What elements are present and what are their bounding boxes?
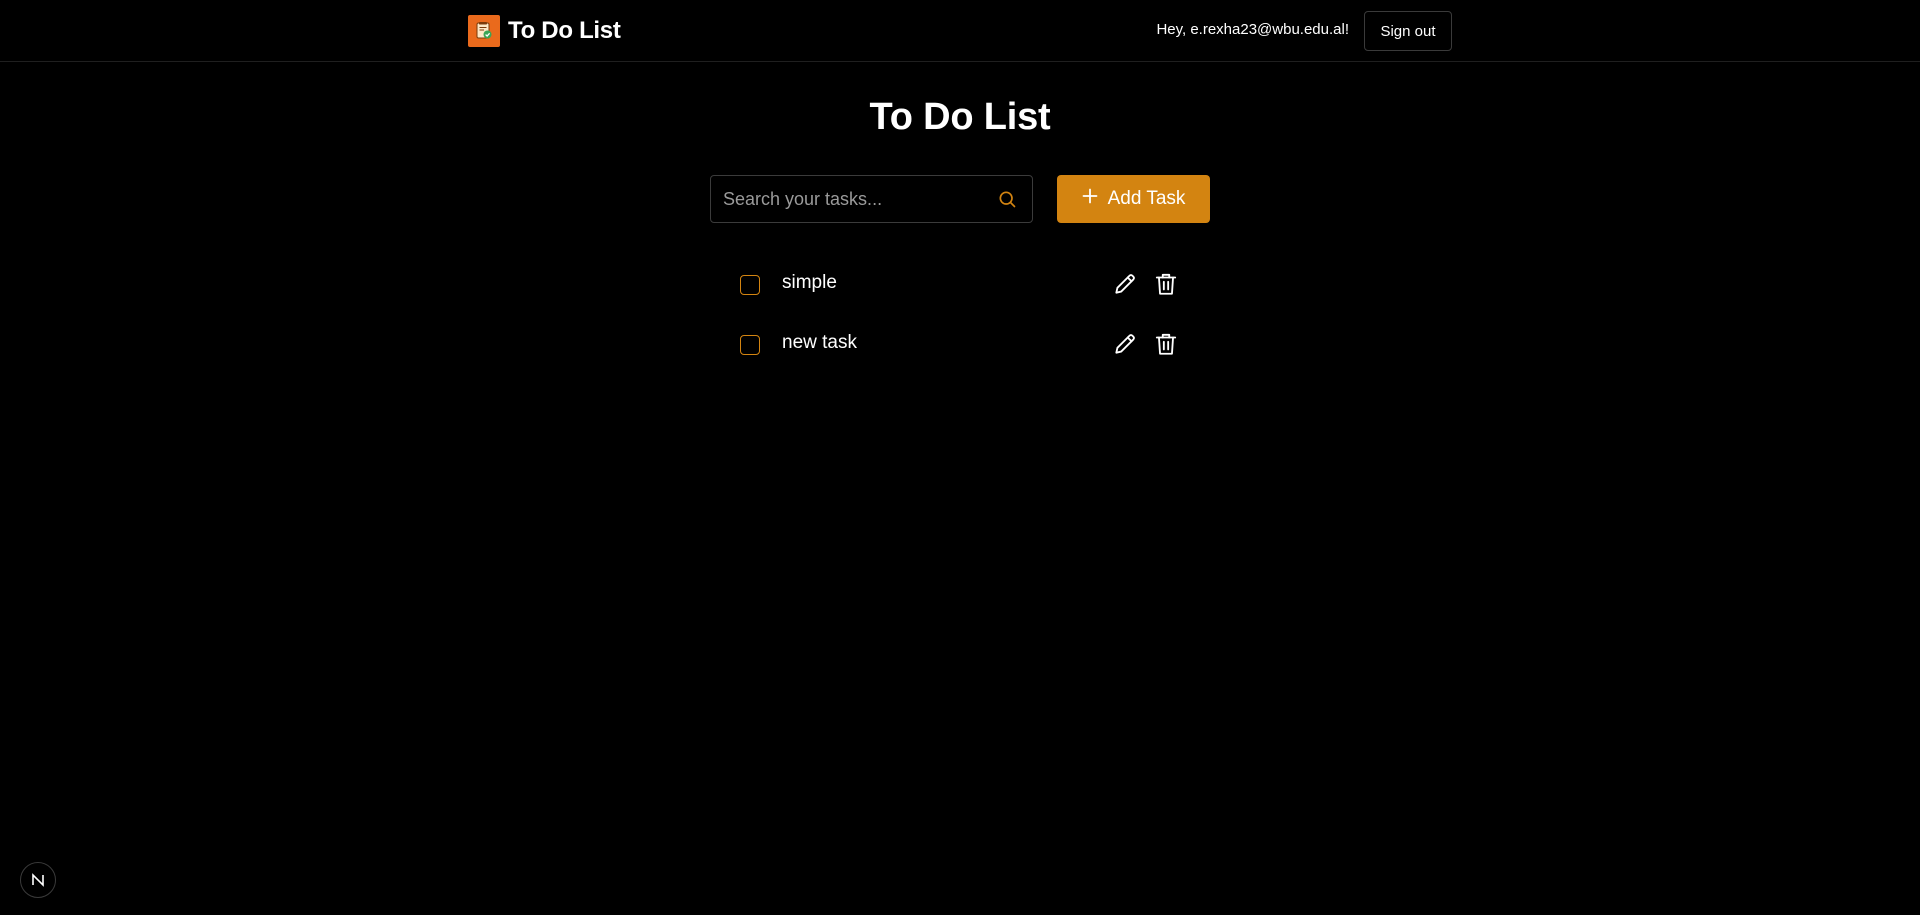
sign-out-button[interactable]: Sign out [1364, 11, 1452, 51]
plus-icon [1082, 188, 1098, 210]
add-task-label: Add Task [1107, 188, 1186, 209]
add-task-button[interactable]: Add Task [1057, 175, 1210, 223]
brand[interactable]: To Do List [468, 15, 621, 47]
task-item: new task [710, 322, 1210, 366]
task-label: new task [782, 332, 857, 353]
trash-icon[interactable] [1153, 271, 1179, 297]
task-checkbox[interactable] [740, 335, 760, 355]
search-icon[interactable] [996, 188, 1018, 210]
pencil-icon[interactable] [1112, 331, 1138, 357]
search-input[interactable] [711, 176, 996, 222]
dev-tools-badge[interactable] [20, 862, 56, 898]
task-label: simple [782, 272, 837, 293]
n-logo-icon [32, 873, 44, 887]
trash-icon[interactable] [1153, 331, 1179, 357]
task-checkbox[interactable] [740, 275, 760, 295]
notepad-check-icon [468, 15, 500, 47]
page-title: To Do List [869, 96, 1051, 138]
search-box[interactable] [710, 175, 1033, 223]
brand-title: To Do List [508, 17, 621, 44]
task-item: simple [710, 262, 1210, 306]
pencil-icon[interactable] [1112, 271, 1138, 297]
top-navbar: To Do List Hey, e.rexha23@wbu.edu.al! Si… [0, 0, 1920, 62]
task-list: simple new task [710, 262, 1210, 382]
user-greeting: Hey, e.rexha23@wbu.edu.al! [1156, 21, 1349, 38]
